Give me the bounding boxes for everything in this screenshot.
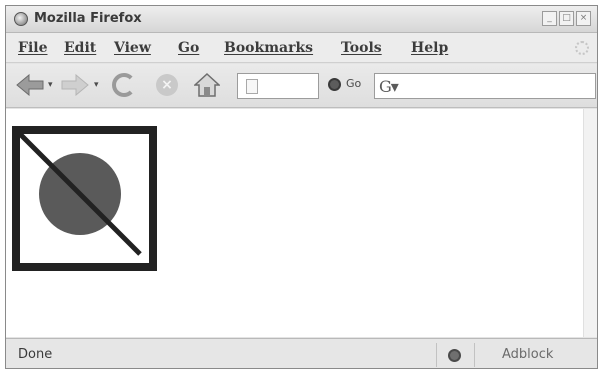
menu-bar: File Edit View Go Bookmarks Tools Help — [6, 33, 597, 63]
menu-go[interactable]: Go — [178, 40, 199, 56]
menu-edit[interactable]: Edit — [64, 40, 96, 56]
title-bar: Mozilla Firefox _ □ × — [6, 6, 597, 33]
page-icon — [246, 79, 258, 94]
vertical-scrollbar[interactable] — [583, 109, 597, 337]
go-button-label[interactable]: Go — [346, 77, 361, 90]
close-button[interactable]: × — [576, 11, 591, 26]
menu-tools[interactable]: Tools — [341, 40, 382, 56]
adblock-status[interactable]: Adblock — [502, 347, 553, 362]
window-title: Mozilla Firefox — [34, 11, 142, 26]
status-text: Done — [18, 347, 53, 362]
back-dropdown-icon[interactable]: ▾ — [48, 80, 53, 90]
status-divider — [436, 343, 437, 367]
search-input[interactable]: G▾ — [374, 73, 596, 99]
throbber-icon — [575, 41, 589, 55]
status-divider — [474, 343, 475, 367]
forward-arrow-icon[interactable] — [61, 74, 89, 96]
firefox-logo-icon — [14, 12, 28, 26]
reload-icon[interactable] — [112, 73, 136, 97]
menu-view[interactable]: View — [114, 40, 151, 56]
browser-window: Mozilla Firefox _ □ × File Edit View Go … — [5, 5, 598, 369]
stop-icon[interactable]: × — [156, 74, 178, 96]
forward-dropdown-icon[interactable]: ▾ — [94, 80, 99, 90]
page-content — [6, 109, 597, 337]
menu-bookmarks[interactable]: Bookmarks — [224, 40, 313, 56]
status-bar: Done Adblock — [6, 338, 597, 368]
go-icon[interactable] — [328, 78, 341, 91]
navigation-toolbar: ▾ ▾ × Go G▾ — [6, 64, 597, 108]
search-engine-icon[interactable]: G▾ — [379, 77, 399, 96]
menu-help[interactable]: Help — [411, 40, 448, 56]
svg-demo-figure — [12, 126, 157, 271]
minimize-button[interactable]: _ — [542, 11, 557, 26]
window-controls: _ □ × — [542, 11, 591, 26]
address-bar[interactable] — [237, 73, 319, 99]
menu-file[interactable]: File — [18, 40, 47, 56]
back-arrow-icon[interactable] — [16, 74, 44, 96]
maximize-button[interactable]: □ — [559, 11, 574, 26]
home-icon[interactable] — [194, 72, 220, 98]
status-indicator-icon[interactable] — [448, 349, 461, 362]
